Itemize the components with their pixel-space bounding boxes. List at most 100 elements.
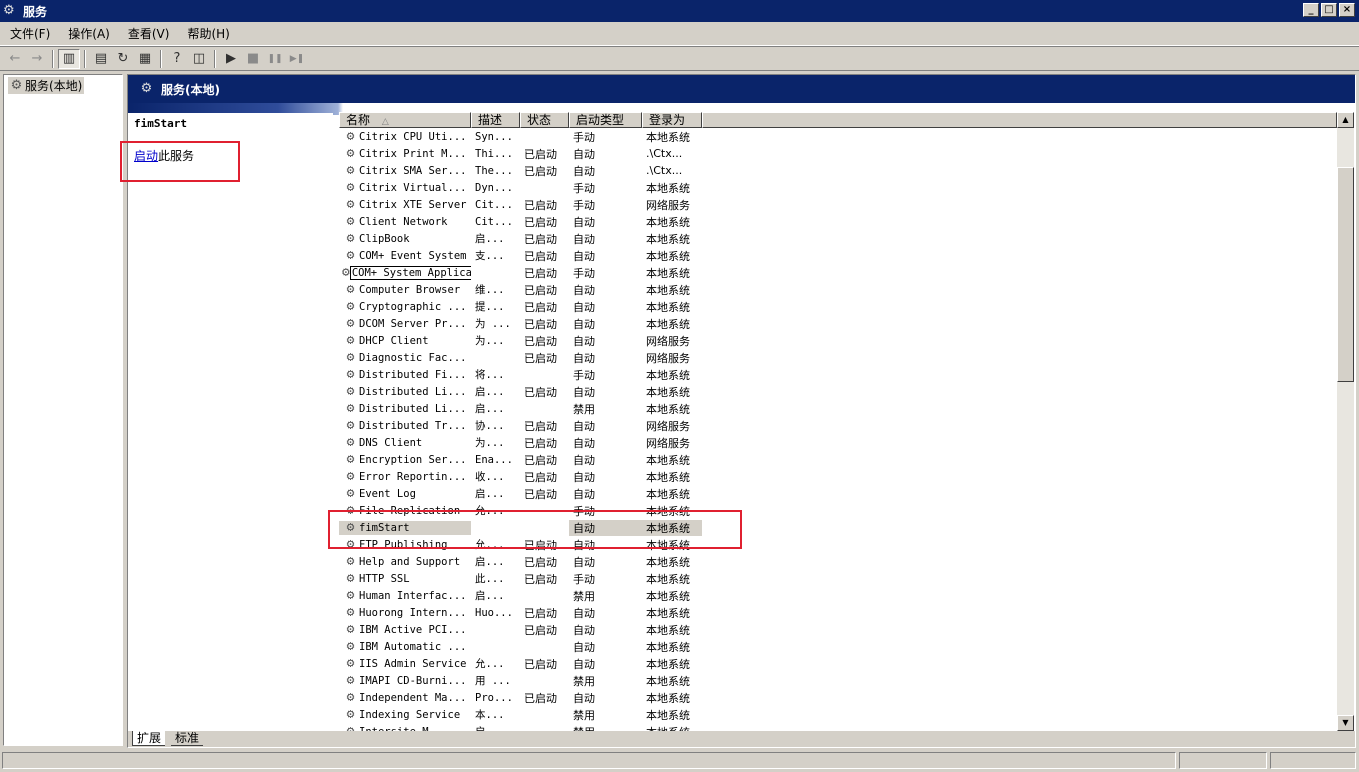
table-row[interactable]: ⚙ DNS Client 为... 已启动 自动 网络服务 [339, 434, 1329, 451]
table-row[interactable]: ⚙ Encryption Ser... Ena... 已启动 自动 本地系统 [339, 451, 1329, 468]
maximize-button[interactable]: □ [1321, 3, 1337, 17]
service-status: 已启动 [524, 657, 557, 671]
table-row[interactable]: ⚙ Citrix Virtual... Dyn... 手动 本地系统 [339, 179, 1329, 196]
service-status: 已启动 [524, 334, 557, 348]
service-logon-as: 本地系统 [646, 538, 690, 552]
table-row[interactable]: ⚙ Human Interfac... 启... 禁用 本地系统 [339, 587, 1329, 604]
help-icon[interactable]: ? [166, 49, 188, 69]
service-status: 已启动 [524, 453, 557, 467]
menu-action[interactable]: 操作(A) [58, 25, 118, 42]
table-row[interactable]: ⚙ Distributed Li... 启... 已启动 自动 本地系统 [339, 383, 1329, 400]
scroll-up-icon[interactable]: ▲ [1337, 112, 1354, 128]
table-row[interactable]: ⚙ fimStart 自动 本地系统 [339, 519, 1329, 536]
table-row[interactable]: ⚙ FTP Publishing 允... 已启动 自动 本地系统 [339, 536, 1329, 553]
table-row[interactable]: ⚙ Citrix SMA Ser... The... 已启动 自动 .\Ctx... [339, 162, 1329, 179]
service-startup-type: 自动 [573, 555, 595, 569]
table-row[interactable]: ⚙ DCOM Server Pr... 为 ... 已启动 自动 本地系统 [339, 315, 1329, 332]
export-list-icon[interactable]: ▦ [134, 49, 156, 69]
table-row[interactable]: ⚙ Indexing Service 本... 禁用 本地系统 [339, 706, 1329, 723]
service-name: DHCP Client [359, 334, 429, 347]
menu-help[interactable]: 帮助(H) [177, 25, 237, 42]
table-row[interactable]: ⚙ Cryptographic ... 提... 已启动 自动 本地系统 [339, 298, 1329, 315]
service-description-panel: fimStart 启动此服务 [134, 117, 329, 164]
service-startup-type: 手动 [573, 198, 595, 212]
service-description: 支... [475, 250, 505, 262]
view-tabs: 扩展 标准 [128, 731, 1355, 747]
service-logon-as: 本地系统 [646, 453, 690, 467]
stop-service-icon[interactable]: ■ [242, 49, 264, 69]
table-row[interactable]: ⚙ DHCP Client 为... 已启动 自动 网络服务 [339, 332, 1329, 349]
tab-standard[interactable]: 标准 [171, 731, 204, 746]
pause-service-icon[interactable]: ❚❚ [264, 49, 286, 69]
table-row[interactable]: ⚙ Citrix Print M... Thi... 已启动 自动 .\Ctx... [339, 145, 1329, 162]
table-row[interactable]: ⚙ IBM Active PCI... 已启动 自动 本地系统 [339, 621, 1329, 638]
window-controls: _ □ × [1303, 3, 1355, 17]
service-gears-icon: ⚙ [346, 639, 355, 654]
service-gears-icon: ⚙ [346, 452, 355, 467]
table-row[interactable]: ⚙ File Replication 允... 手动 本地系统 [339, 502, 1329, 519]
restart-service-icon[interactable]: ▶❚ [286, 49, 308, 69]
table-row[interactable]: ⚙ Citrix CPU Uti... Syn... 手动 本地系统 [339, 128, 1329, 145]
service-name: fimStart [359, 521, 410, 534]
table-row[interactable]: ⚙ Error Reportin... 收... 已启动 自动 本地系统 [339, 468, 1329, 485]
service-startup-type: 自动 [573, 232, 595, 246]
window-title: 服务 [23, 4, 48, 19]
service-logon-as: 本地系统 [646, 283, 690, 297]
service-status: 已启动 [524, 606, 557, 620]
start-service-link[interactable]: 启动 [134, 149, 158, 163]
forward-arrow-icon[interactable]: → [26, 49, 48, 69]
service-name: ClipBook [359, 232, 410, 245]
table-row[interactable]: ⚙ IIS Admin Service 允... 已启动 自动 本地系统 [339, 655, 1329, 672]
column-header-name-label: 名称 [346, 113, 371, 127]
tree-node-label: 服务(本地) [25, 79, 83, 93]
table-row[interactable]: ⚙ Distributed Li... 启... 禁用 本地系统 [339, 400, 1329, 417]
table-row[interactable]: ⚙ Help and Support 启... 已启动 自动 本地系统 [339, 553, 1329, 570]
tree-node-services-local[interactable]: ⚙ 服务(本地) [8, 77, 85, 94]
table-row[interactable]: ⚙ ClipBook 启... 已启动 自动 本地系统 [339, 230, 1329, 247]
service-startup-type: 手动 [573, 504, 595, 518]
gears-icon: ⚙ [140, 81, 153, 96]
table-row[interactable]: ⚙ Distributed Tr... 协... 已启动 自动 网络服务 [339, 417, 1329, 434]
service-logon-as: 本地系统 [646, 300, 690, 314]
table-row[interactable]: ⚙ Diagnostic Fac... 已启动 自动 网络服务 [339, 349, 1329, 366]
table-row[interactable]: ⚙COM+ System Application 已启动 手动 本地系统 [339, 264, 1329, 281]
table-row[interactable]: ⚙ Citrix XTE Server Cit... 已启动 手动 网络服务 [339, 196, 1329, 213]
scrollbar-thumb[interactable] [1337, 167, 1354, 382]
column-header-name[interactable]: 名称 △ [339, 112, 471, 128]
properties-icon[interactable]: ▤ [90, 49, 112, 69]
table-row[interactable]: ⚙ Distributed Fi... 将... 手动 本地系统 [339, 366, 1329, 383]
table-row[interactable]: ⚙ Independent Ma... Pro... 已启动 自动 本地系统 [339, 689, 1329, 706]
column-header-logon-as[interactable]: 登录为 [642, 112, 702, 128]
menu-file[interactable]: 文件(F) [0, 25, 58, 42]
back-arrow-icon[interactable]: ← [4, 49, 26, 69]
close-button[interactable]: × [1339, 3, 1355, 17]
table-row[interactable]: ⚙ Client Network Cit... 已启动 自动 本地系统 [339, 213, 1329, 230]
scroll-down-icon[interactable]: ▼ [1337, 715, 1354, 731]
show-tree-icon[interactable]: ▥ [58, 48, 80, 69]
vertical-scrollbar[interactable]: ▲ ▼ [1337, 112, 1354, 731]
table-row[interactable]: ⚙ Event Log 启... 已启动 自动 本地系统 [339, 485, 1329, 502]
column-header-status[interactable]: 状态 [520, 112, 569, 128]
start-service-icon[interactable]: ▶ [220, 49, 242, 69]
table-row[interactable]: ⚙ Huorong Intern... Huo... 已启动 自动 本地系统 [339, 604, 1329, 621]
minimize-button[interactable]: _ [1303, 3, 1319, 17]
column-header-description[interactable]: 描述 [471, 112, 520, 128]
service-startup-type: 自动 [573, 657, 595, 671]
table-row[interactable]: ⚙ HTTP SSL 此... 已启动 手动 本地系统 [339, 570, 1329, 587]
refresh-icon[interactable]: ↻ [112, 49, 134, 69]
table-row[interactable]: ⚙Intersite M...启...禁用本地系统 [339, 723, 1329, 732]
table-row[interactable]: ⚙ Computer Browser 维... 已启动 自动 本地系统 [339, 281, 1329, 298]
table-row[interactable]: ⚙ IBM Automatic ... 自动 本地系统 [339, 638, 1329, 655]
service-startup-type: 自动 [573, 470, 595, 484]
service-name-cell: ⚙ Citrix XTE Server [339, 198, 471, 212]
service-name-cell: ⚙ FTP Publishing [339, 538, 471, 552]
table-row[interactable]: ⚙ COM+ Event System 支... 已启动 自动 本地系统 [339, 247, 1329, 264]
tab-extended[interactable]: 扩展 [132, 731, 166, 746]
service-status: 已启动 [524, 385, 557, 399]
console-window-icon[interactable]: ◫ [188, 49, 210, 69]
table-row[interactable]: ⚙ IMAPI CD-Burni... 用 ... 禁用 本地系统 [339, 672, 1329, 689]
service-description: 允... [475, 539, 505, 551]
service-status: 已启动 [524, 266, 557, 280]
menu-view[interactable]: 查看(V) [118, 25, 178, 42]
column-header-startup-type[interactable]: 启动类型 [569, 112, 642, 128]
